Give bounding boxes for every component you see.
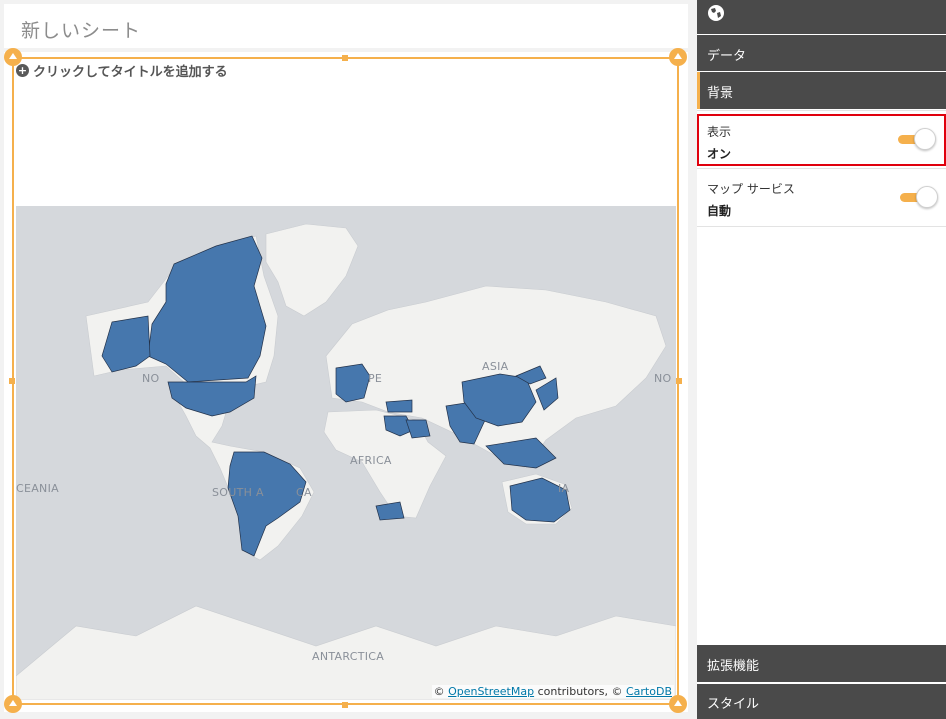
resize-handle-top-left[interactable] [4,48,22,66]
display-toggle[interactable] [896,128,936,150]
toggle-knob [914,128,936,150]
properties-panel: データ 背景 表示 オン マップ サービス 自動 拡張機能 スタイル [697,0,946,719]
panel-section-background[interactable]: 背景 [697,72,946,109]
map-canvas[interactable]: NO NO PE ASIA AFRICA SOUTH A CA CEANIA I… [16,206,676,700]
panel-section-extensions-label: 拡張機能 [707,659,760,674]
map-label-antarctica: ANTARCTICA [312,650,385,663]
map-label-north-america: NO [142,372,160,385]
map-label-north-america-right: NO [654,372,672,385]
map-label-south-america: SOUTH A [212,486,264,499]
attribution-mid: contributors, © [534,685,626,698]
display-setting-row: 表示 オン [697,114,946,166]
display-caption: 表示 [707,125,732,139]
panel-section-style[interactable]: スタイル [697,684,946,719]
resize-handle-top-right[interactable] [669,48,687,66]
map-attribution: © OpenStreetMap contributors, © CartoDB [431,685,674,698]
world-map [16,206,676,700]
resize-handle-bottom-right[interactable] [669,695,687,713]
map-service-toggle[interactable] [898,186,938,208]
panel-header [697,0,946,34]
sheet-title[interactable]: 新しいシート [21,16,141,43]
resize-handle-bottom-left[interactable] [4,695,22,713]
resize-handle-right[interactable] [676,378,682,384]
resize-handle-left[interactable] [9,378,15,384]
divider [697,110,946,111]
country-turkey [385,399,413,413]
map-label-oceania-right: IA [558,482,570,495]
divider [697,168,946,169]
openstreetmap-link[interactable]: OpenStreetMap [448,685,534,698]
panel-section-data[interactable]: データ [697,35,946,71]
globe-icon [708,5,724,21]
map-service-setting-row: マップ サービス 自動 [697,171,946,227]
app-window: 新しいシート + クリックしてタイトルを追加する NO NO PE ASIA A… [0,0,946,719]
panel-section-background-label: 背景 [707,86,734,101]
sheet-area: 新しいシート + クリックしてタイトルを追加する NO NO PE ASIA A… [0,0,695,719]
toggle-knob [916,186,938,208]
attribution-prefix: © [433,685,449,698]
panel-section-style-label: スタイル [707,697,760,712]
cartodb-link[interactable]: CartoDB [626,685,672,698]
map-label-south-america-tail: CA [296,486,312,499]
map-label-oceania-left: CEANIA [16,482,59,495]
resize-handle-top[interactable] [342,55,348,61]
panel-section-data-label: データ [707,49,747,64]
map-label-africa: AFRICA [350,454,392,467]
display-value: オン [707,147,732,161]
plus-icon: + [16,64,29,77]
map-service-value: 自動 [707,204,732,218]
panel-section-extensions[interactable]: 拡張機能 [697,645,946,682]
map-service-caption: マップ サービス [707,182,795,196]
map-label-europe: PE [368,372,383,385]
add-title-label: クリックしてタイトルを追加する [33,65,228,80]
add-title-button[interactable]: + クリックしてタイトルを追加する [16,61,228,80]
map-label-asia: ASIA [482,360,509,373]
resize-handle-bottom[interactable] [342,702,348,708]
sheet-header: 新しいシート [4,4,688,48]
